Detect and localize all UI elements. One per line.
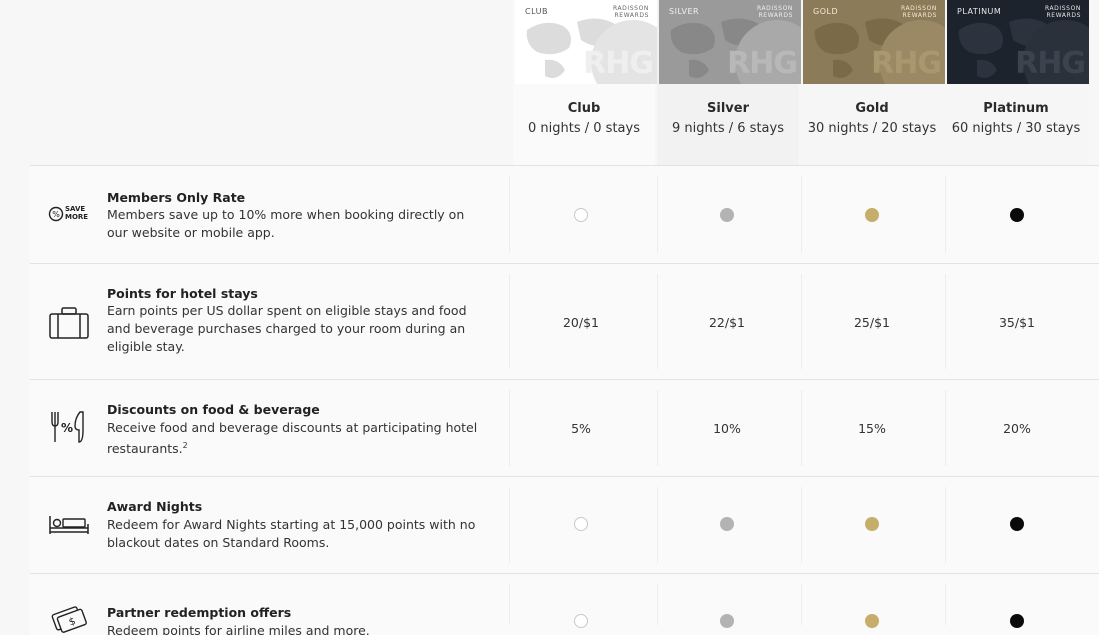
card-logo: RHG	[871, 46, 942, 81]
tier-requirement: 0 nights / 0 stays	[528, 121, 640, 136]
card-brand: RADISSON REWARDS	[900, 5, 937, 19]
benefit-included-gold-dot	[865, 614, 879, 628]
benefit-value-silver: 22/$1	[708, 315, 746, 330]
benefit-value-club: 5%	[571, 421, 591, 436]
tier-requirement: 9 nights / 6 stays	[672, 121, 784, 136]
card-brand: RADISSON REWARDS	[756, 5, 793, 19]
tier-name: Club	[567, 101, 601, 116]
benefit-included-platinum-dot	[1010, 208, 1024, 222]
benefit-row-food-beverage-discounts: % Discounts on food & beverage Receive f…	[30, 379, 1099, 476]
benefit-title: Partner redemption offers	[107, 605, 292, 620]
benefit-description: Redeem for Award Nights starting at 15,0…	[107, 517, 476, 550]
benefit-row-award-nights: Award Nights Redeem for Award Nights sta…	[30, 476, 1099, 573]
benefit-included-silver-dot	[720, 517, 734, 531]
tier-requirement: 30 nights / 20 stays	[807, 121, 937, 136]
footnote-marker: 2	[182, 441, 188, 450]
card-tier-name: PLATINUM	[957, 7, 1002, 16]
tier-name: Gold	[855, 101, 889, 116]
benefit-included-platinum-dot	[1010, 517, 1024, 531]
card-tier-name: GOLD	[813, 7, 839, 16]
benefit-included-gold-dot	[865, 517, 879, 531]
card-tier-name: CLUB	[525, 7, 548, 16]
benefit-value-platinum: 20%	[1003, 421, 1031, 436]
tier-label-platinum: Platinum 60 nights / 30 stays	[945, 100, 1087, 140]
benefit-row-members-only-rate: % SAVE MORE Members Only Rate Members sa…	[30, 165, 1099, 263]
tier-name: Silver	[707, 101, 749, 116]
card-brand: RADISSON REWARDS	[612, 5, 649, 19]
tier-header: CLUB RADISSON REWARDS RHG SILVER RADISSO…	[0, 0, 1099, 165]
card-logo: RHG	[727, 46, 798, 81]
card-logo: RHG	[583, 46, 654, 81]
benefit-value-platinum: 35/$1	[998, 315, 1036, 330]
card-brand: RADISSON REWARDS	[1044, 5, 1081, 19]
benefit-description: Members save up to 10% more when booking…	[107, 207, 465, 240]
tier-label-silver: Silver 9 nights / 6 stays	[657, 100, 799, 140]
benefit-included-silver-dot	[720, 614, 734, 628]
benefit-description: Redeem points for airline miles and more…	[107, 623, 370, 635]
tier-label-gold: Gold 30 nights / 20 stays	[801, 100, 943, 140]
bed-icon	[48, 514, 90, 540]
benefit-description: Earn points per US dollar spent on eligi…	[107, 303, 467, 354]
benefit-title: Points for hotel stays	[107, 286, 258, 301]
card-logo: RHG	[1015, 46, 1086, 81]
tier-label-club: Club 0 nights / 0 stays	[513, 100, 655, 140]
benefit-included-platinum-dot	[1010, 614, 1024, 628]
svg-text:%: %	[61, 421, 73, 435]
benefit-value-gold: 25/$1	[853, 315, 891, 330]
svg-text:%: %	[52, 210, 60, 219]
benefit-title: Members Only Rate	[107, 190, 246, 205]
suitcase-icon	[48, 306, 90, 344]
benefit-row-points-for-hotel-stays: Points for hotel stays Earn points per U…	[30, 263, 1099, 379]
benefit-value-club: 20/$1	[562, 315, 600, 330]
benefit-value-gold: 15%	[858, 421, 886, 436]
tier-name: Platinum	[983, 101, 1049, 116]
benefit-included-club-dot	[574, 208, 588, 222]
benefit-included-silver-dot	[720, 208, 734, 222]
tickets-icon: $	[48, 604, 88, 635]
benefit-description: Receive food and beverage discounts at p…	[107, 420, 478, 457]
silver-card-image: SILVER RADISSON REWARDS RHG	[659, 0, 801, 84]
benefit-value-silver: 10%	[713, 421, 741, 436]
food-discount-icon: %	[48, 410, 88, 448]
platinum-card-image: PLATINUM RADISSON REWARDS RHG	[947, 0, 1089, 84]
benefit-included-club-dot	[574, 517, 588, 531]
gold-card-image: GOLD RADISSON REWARDS RHG	[803, 0, 945, 84]
benefit-included-gold-dot	[865, 208, 879, 222]
club-card-image: CLUB RADISSON REWARDS RHG	[515, 0, 657, 84]
tier-requirement: 60 nights / 30 stays	[951, 121, 1081, 136]
benefit-included-club-dot	[574, 614, 588, 628]
benefit-title: Award Nights	[107, 499, 203, 514]
card-tier-name: SILVER	[669, 7, 700, 16]
benefit-title: Discounts on food & beverage	[107, 402, 320, 417]
benefit-row-partner-redemption-offers: $ Partner redemption offers Redeem point…	[30, 573, 1099, 635]
